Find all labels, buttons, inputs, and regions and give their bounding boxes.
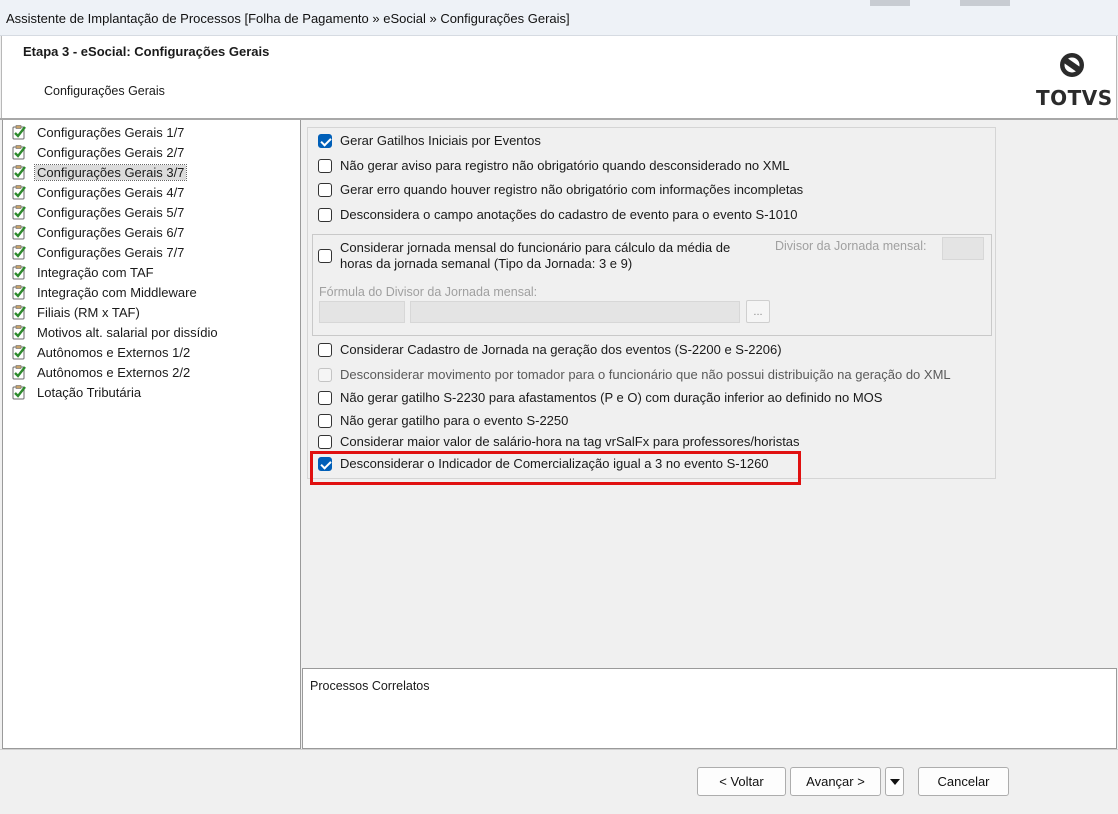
checkbox-unchecked-icon[interactable]	[318, 249, 332, 263]
checkbox-label: Considerar maior valor de salário-hora n…	[340, 434, 800, 449]
checkbox-label: Não gerar gatilho para o evento S-2250	[340, 413, 569, 428]
tree-item[interactable]: Integração com TAF	[11, 262, 156, 282]
checklist-icon	[12, 365, 26, 380]
checklist-icon	[12, 305, 26, 320]
checklist-icon	[12, 345, 26, 360]
tree-item-label: Configurações Gerais 6/7	[37, 224, 185, 240]
chevron-down-icon	[889, 778, 900, 785]
nao-gerar-s2250-checkbox[interactable]: Não gerar gatilho para o evento S-2250	[318, 413, 568, 429]
tree-item-label: Configurações Gerais 7/7	[37, 244, 185, 260]
tree-item[interactable]: Integração com Middleware	[11, 282, 199, 302]
next-button[interactable]: Avançar >	[790, 767, 881, 796]
checklist-icon	[12, 265, 26, 280]
totvs-logo: TOTVS	[1036, 50, 1113, 110]
tree-item[interactable]: Configurações Gerais 4/7	[11, 182, 186, 202]
checklist-icon	[12, 165, 26, 180]
window-title: Assistente de Implantação de Processos […	[6, 11, 570, 26]
checkbox-label: Desconsiderar movimento por tomador para…	[340, 367, 951, 382]
checkbox-unchecked-icon[interactable]	[318, 183, 332, 197]
tree-item-label: Configurações Gerais 3/7	[33, 163, 188, 181]
title-bar-decoration	[960, 0, 1010, 6]
tree-item-label: Filiais (RM x TAF)	[37, 304, 140, 320]
checkbox-checked-icon[interactable]	[318, 134, 332, 148]
checklist-icon	[12, 125, 26, 140]
tree-item-label: Configurações Gerais 5/7	[37, 204, 185, 220]
divisor-label: Divisor da Jornada mensal:	[775, 239, 927, 253]
gerar-erro-checkbox[interactable]: Gerar erro quando houver registro não ob…	[318, 182, 803, 198]
tree-item[interactable]: Autônomos e Externos 1/2	[11, 342, 192, 362]
tree-item-label: Autônomos e Externos 1/2	[37, 344, 191, 360]
desconsiderar-tomador-checkbox[interactable]: Desconsiderar movimento por tomador para…	[318, 367, 951, 383]
checklist-icon	[12, 325, 26, 340]
checklist-icon	[12, 245, 26, 260]
tree-item[interactable]: Configurações Gerais 6/7	[11, 222, 186, 242]
checkbox-unchecked-icon[interactable]	[318, 343, 332, 357]
checkbox-unchecked-icon[interactable]	[318, 391, 332, 405]
back-button[interactable]: < Voltar	[697, 767, 786, 796]
steps-tree[interactable]: Configurações Gerais 1/7 Configurações G…	[2, 120, 301, 749]
tree-item-label: Integração com TAF	[37, 264, 154, 280]
formula-code-input[interactable]	[319, 301, 405, 323]
checkbox-unchecked-icon[interactable]	[318, 208, 332, 222]
checkbox-disabled-icon[interactable]	[318, 368, 332, 382]
jornada-label-line2: horas da jornada semanal (Tipo da Jornad…	[340, 256, 633, 271]
checkbox-label: Não gerar gatilho S-2230 para afastament…	[340, 390, 883, 405]
maior-salario-hora-checkbox[interactable]: Considerar maior valor de salário-hora n…	[318, 434, 800, 449]
tree-item-selected[interactable]: Configurações Gerais 3/7	[11, 162, 188, 182]
related-processes-label: Processos Correlatos	[310, 679, 430, 693]
checklist-icon	[12, 145, 26, 160]
tree-item[interactable]: Configurações Gerais 1/7	[11, 122, 186, 142]
tree-item-label: Configurações Gerais 1/7	[37, 124, 185, 140]
checkbox-label: Considerar jornada mensal do funcionário…	[340, 240, 730, 272]
divisor-input[interactable]	[942, 237, 984, 260]
step-subtitle: Configurações Gerais	[44, 84, 165, 98]
desconsidera-anotacoes-checkbox[interactable]: Desconsidera o campo anotações do cadast…	[318, 207, 797, 223]
checklist-icon	[12, 385, 26, 400]
tree-item[interactable]: Configurações Gerais 7/7	[11, 242, 186, 262]
highlight-annotation	[310, 451, 801, 485]
cadastro-jornada-checkbox[interactable]: Considerar Cadastro de Jornada na geraçã…	[318, 342, 782, 358]
tree-item[interactable]: Configurações Gerais 5/7	[11, 202, 186, 222]
tree-item-label: Integração com Middleware	[37, 284, 197, 300]
formula-lookup-button[interactable]: ...	[746, 300, 770, 323]
checkbox-label: Gerar Gatilhos Iniciais por Eventos	[340, 133, 541, 148]
tree-item-label: Autônomos e Externos 2/2	[37, 364, 191, 380]
tree-item[interactable]: Filiais (RM x TAF)	[11, 302, 142, 322]
jornada-label-line1: Considerar jornada mensal do funcionário…	[340, 240, 731, 255]
checklist-icon	[12, 205, 26, 220]
checkbox-label: Gerar erro quando houver registro não ob…	[340, 182, 804, 197]
tree-item-label: Configurações Gerais 2/7	[37, 144, 185, 160]
checklist-icon	[12, 225, 26, 240]
totvs-logo-icon	[1060, 53, 1084, 77]
tree-item-label: Configurações Gerais 4/7	[37, 184, 185, 200]
checkbox-unchecked-icon[interactable]	[318, 159, 332, 173]
checkbox-label: Considerar Cadastro de Jornada na geraçã…	[340, 342, 782, 357]
nao-gerar-s2230-checkbox[interactable]: Não gerar gatilho S-2230 para afastament…	[318, 390, 882, 406]
gerar-gatilhos-iniciais-checkbox[interactable]: Gerar Gatilhos Iniciais por Eventos	[318, 133, 541, 149]
logo-text: TOTVS	[1036, 86, 1113, 110]
cancel-button[interactable]: Cancelar	[918, 767, 1009, 796]
tree-item-label: Lotação Tributária	[37, 384, 142, 400]
formula-description-input[interactable]	[410, 301, 740, 323]
tree-item[interactable]: Lotação Tributária	[11, 382, 143, 402]
tree-item-label: Motivos alt. salarial por dissídio	[37, 324, 218, 340]
checkbox-label: Não gerar aviso para registro não obriga…	[340, 158, 790, 173]
step-title: Etapa 3 - eSocial: Configurações Gerais	[23, 44, 270, 59]
jornada-mensal-checkbox[interactable]: Considerar jornada mensal do funcionário…	[318, 240, 730, 272]
next-dropdown-button[interactable]	[885, 767, 904, 796]
checklist-icon	[12, 285, 26, 300]
formula-label: Fórmula do Divisor da Jornada mensal:	[319, 285, 538, 299]
tree-item[interactable]: Configurações Gerais 2/7	[11, 142, 186, 162]
checkbox-unchecked-icon[interactable]	[318, 414, 332, 428]
tree-item[interactable]: Motivos alt. salarial por dissídio	[11, 322, 220, 342]
checkbox-label: Desconsidera o campo anotações do cadast…	[340, 207, 798, 222]
checklist-icon	[12, 185, 26, 200]
nao-gerar-aviso-checkbox[interactable]: Não gerar aviso para registro não obriga…	[318, 158, 790, 174]
window-title-bar[interactable]: Assistente de Implantação de Processos […	[0, 0, 1118, 36]
title-bar-decoration	[870, 0, 910, 6]
tree-item[interactable]: Autônomos e Externos 2/2	[11, 362, 192, 382]
checkbox-unchecked-icon[interactable]	[318, 435, 332, 449]
